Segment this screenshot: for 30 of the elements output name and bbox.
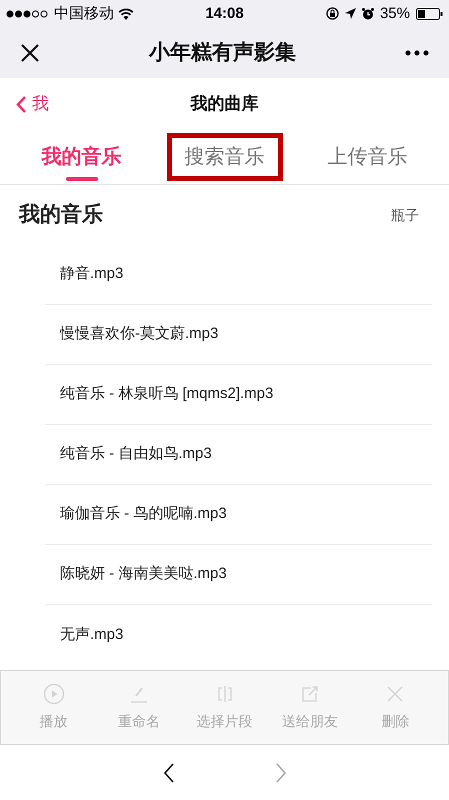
tab-indicator <box>66 177 98 181</box>
rotation-lock-icon <box>326 7 339 20</box>
song-row[interactable]: 慢慢喜欢你-莫文蔚.mp3 <box>45 305 432 365</box>
wifi-icon <box>118 8 134 20</box>
song-row[interactable]: 纯音乐 - 自由如鸟.mp3 <box>45 425 432 485</box>
close-icon[interactable] <box>20 42 40 62</box>
song-row[interactable]: 瑜伽音乐 - 鸟的呢喃.mp3 <box>45 485 432 545</box>
signal-icon <box>6 10 50 18</box>
chevron-left-icon <box>16 96 26 112</box>
tab[interactable]: 上传音乐 <box>314 138 422 176</box>
back-link[interactable]: 我 <box>16 91 76 117</box>
tab[interactable]: 搜索音乐 <box>166 133 282 181</box>
page-title: 小年糕有声影集 <box>148 40 297 66</box>
more-icon[interactable] <box>405 50 429 56</box>
location-arrow-icon <box>344 8 356 19</box>
song-row[interactable]: 纯音乐 - 林泉听鸟 [mqms2].mp3 <box>45 365 432 425</box>
song-row[interactable]: 无声.mp3 <box>45 605 432 665</box>
song-row[interactable]: 陈晓妍 - 海南美美哒.mp3 <box>45 545 432 605</box>
alarm-clock-icon <box>362 8 374 20</box>
header-title: 我的曲库 <box>189 93 260 116</box>
play-icon <box>42 683 65 705</box>
chevron-left-icon[interactable] <box>162 762 174 782</box>
section-title: 我的音乐 <box>19 202 103 228</box>
battery-percent: 35% <box>380 6 410 21</box>
owner-name: 瓶子 <box>391 206 419 224</box>
tab[interactable]: 我的音乐 <box>28 138 136 176</box>
song-row[interactable]: 静音.mp3 <box>45 245 432 305</box>
carrier-name: 中国移动 <box>54 6 114 21</box>
battery-icon <box>416 8 443 20</box>
clock-time: 14:08 <box>204 6 245 21</box>
